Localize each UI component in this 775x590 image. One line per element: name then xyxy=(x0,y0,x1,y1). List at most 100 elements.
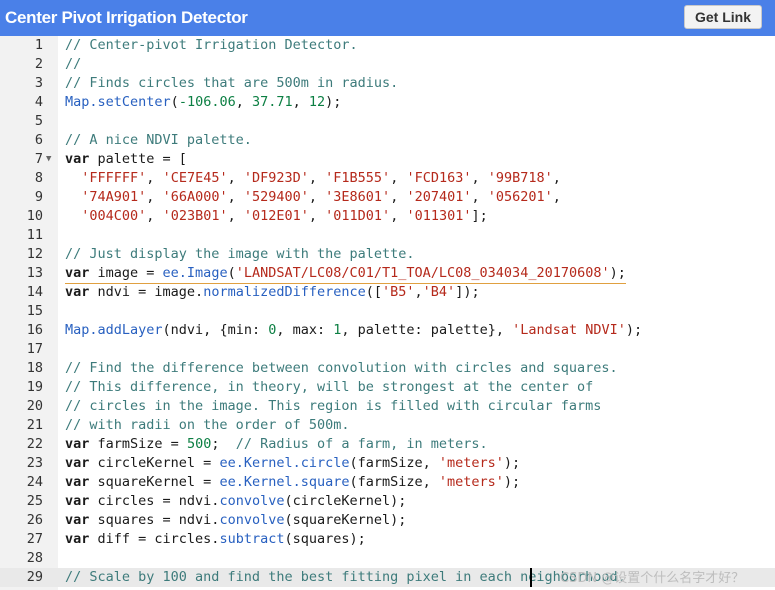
code-token: var xyxy=(65,455,90,471)
code-token: ); xyxy=(503,455,521,471)
code-token: 'LANDSAT/LC08/C01/T1_TOA/LC08_034034_201… xyxy=(235,265,610,281)
code-token: circleKernel = xyxy=(89,455,220,471)
code-line[interactable]: 20 // circles in the image. This region i… xyxy=(0,397,775,416)
code-token: '3E8601' xyxy=(325,189,391,205)
text-cursor xyxy=(530,568,532,587)
code-token: '004C00' xyxy=(81,208,147,224)
code-token: , xyxy=(308,170,326,186)
fold-arrow-icon[interactable]: ▼ xyxy=(46,150,51,169)
line-number: 5 xyxy=(34,113,43,129)
code-token: ]; xyxy=(471,208,488,224)
get-link-button[interactable]: Get Link xyxy=(684,5,762,29)
line-number: 1 xyxy=(34,37,43,53)
code-line[interactable]: 21 // with radii on the order of 500m. xyxy=(0,416,775,435)
code-token: , xyxy=(227,170,244,186)
code-line[interactable]: 27 var diff = circles.subtract(squares); xyxy=(0,530,775,549)
code-line[interactable]: 5 xyxy=(0,112,775,131)
code-token: // Just display the image with the palet… xyxy=(65,246,415,262)
code-token: '66A000' xyxy=(162,189,228,205)
code-token: '011D01' xyxy=(325,208,391,224)
code-line[interactable]: 24 var squareKernel = ee.Kernel.square(fa… xyxy=(0,473,775,492)
code-line[interactable]: 4 Map.setCenter(-106.06, 37.71, 12); xyxy=(0,93,775,112)
code-token: (squareKernel); xyxy=(284,512,407,528)
code-token: ( xyxy=(170,94,179,110)
code-token: 12 xyxy=(308,94,326,110)
line-number: 9 xyxy=(34,189,43,205)
code-token: 500 xyxy=(186,436,212,452)
code-text: var image = ee.Image('LANDSAT/LC08/C01/T… xyxy=(65,264,626,284)
code-line[interactable]: 16 Map.addLayer(ndvi, {min: 0, max: 1, pa… xyxy=(0,321,775,340)
code-line[interactable]: 19 // This difference, in theory, will be… xyxy=(0,378,775,397)
code-line[interactable]: 26 var squares = ndvi.convolve(squareKern… xyxy=(0,511,775,530)
code-token: var xyxy=(65,493,90,509)
code-line[interactable]: 12 // Just display the image with the pal… xyxy=(0,245,775,264)
code-token: // Radius of a farm, in meters. xyxy=(235,436,488,452)
code-line[interactable]: 9 '74A901', '66A000', '529400', '3E8601'… xyxy=(0,188,775,207)
code-text: Map.setCenter(-106.06, 37.71, 12); xyxy=(65,93,341,112)
code-token: // Center-pivot Irrigation Detector. xyxy=(65,37,358,53)
line-number: 14 xyxy=(26,284,43,300)
code-line[interactable]: 8 'FFFFFF', 'CE7E45', 'DF923D', 'F1B555'… xyxy=(0,169,775,188)
code-token: '529400' xyxy=(243,189,309,205)
code-token: , xyxy=(552,170,561,186)
code-token: , xyxy=(227,189,244,205)
code-token: (farmSize, xyxy=(349,455,439,471)
code-token: ); xyxy=(609,265,626,281)
code-text: var palette = [ xyxy=(65,150,187,169)
code-text: var squares = ndvi.convolve(squareKernel… xyxy=(65,511,406,530)
code-line[interactable]: 3 // Finds circles that are 500m in radiu… xyxy=(0,74,775,93)
code-text: Map.addLayer(ndvi, {min: 0, max: 1, pale… xyxy=(65,321,642,340)
code-lines: 1 // Center-pivot Irrigation Detector. 2 //… xyxy=(0,36,775,587)
code-line[interactable]: 2 // xyxy=(0,55,775,74)
code-token: ([ xyxy=(365,284,383,300)
code-line[interactable]: 7 ▼ var palette = [ xyxy=(0,150,775,169)
code-token: , xyxy=(390,170,407,186)
line-number: 28 xyxy=(26,550,43,566)
line-number: 21 xyxy=(26,417,43,433)
code-token: normalizedDifference xyxy=(203,284,366,300)
code-token: // This difference, in theory, will be s… xyxy=(65,379,594,395)
code-editor[interactable]: 1 // Center-pivot Irrigation Detector. 2 //… xyxy=(0,36,775,590)
code-token: -106.06 xyxy=(178,94,236,110)
code-token: convolve xyxy=(219,512,285,528)
line-number: 12 xyxy=(26,246,43,262)
code-token: ee.Image xyxy=(162,265,228,281)
code-line[interactable]: 22 var farmSize = 500; // Radius of a far… xyxy=(0,435,775,454)
code-token: ); xyxy=(325,94,342,110)
code-line[interactable]: 23 var circleKernel = ee.Kernel.circle(fa… xyxy=(0,454,775,473)
code-line[interactable]: 13 var image = ee.Image('LANDSAT/LC08/C01… xyxy=(0,264,775,284)
code-line[interactable]: 18 // Find the difference between convolu… xyxy=(0,359,775,378)
code-token: 37.71 xyxy=(251,94,293,110)
code-line[interactable]: 15 xyxy=(0,302,775,321)
code-token: var xyxy=(65,531,90,547)
code-line[interactable]: 17 xyxy=(0,340,775,359)
code-token: (ndvi, {min: xyxy=(162,322,269,338)
code-token: , xyxy=(552,189,561,205)
code-text: '74A901', '66A000', '529400', '3E8601', … xyxy=(65,188,561,207)
code-token: '011301' xyxy=(406,208,472,224)
code-line[interactable]: 1 // Center-pivot Irrigation Detector. xyxy=(0,36,775,55)
code-token: , xyxy=(227,208,244,224)
code-line[interactable]: 10 '004C00', '023B01', '012E01', '011D01… xyxy=(0,207,775,226)
line-number: 10 xyxy=(26,208,43,224)
line-number: 13 xyxy=(26,265,43,281)
code-line[interactable]: 11 xyxy=(0,226,775,245)
code-token: '056201' xyxy=(487,189,553,205)
code-line[interactable]: 25 var circles = ndvi.convolve(circleKern… xyxy=(0,492,775,511)
code-token: 'Landsat NDVI' xyxy=(512,322,626,338)
line-number: 19 xyxy=(26,379,43,395)
code-token: , xyxy=(471,170,488,186)
line-number: 22 xyxy=(26,436,43,452)
line-number: 8 xyxy=(34,170,43,186)
code-line[interactable]: 28 xyxy=(0,549,775,568)
code-text: var squareKernel = ee.Kernel.square(farm… xyxy=(65,473,520,492)
code-token: ee.Kernel.square xyxy=(219,474,350,490)
code-token: , xyxy=(146,170,163,186)
code-token: 'FFFFFF' xyxy=(81,170,147,186)
code-token: subtract xyxy=(219,531,285,547)
code-token: var xyxy=(65,265,90,281)
code-token: ndvi = image. xyxy=(89,284,204,300)
code-token: ); xyxy=(625,322,643,338)
code-line[interactable]: 6 // A nice NDVI palette. xyxy=(0,131,775,150)
code-line[interactable]: 14 var ndvi = image.normalizedDifference(… xyxy=(0,283,775,302)
